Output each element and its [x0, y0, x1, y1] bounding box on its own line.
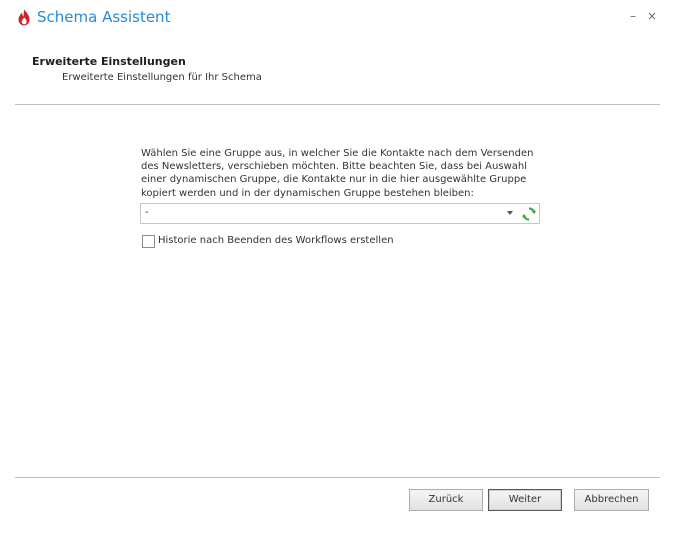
chevron-down-icon[interactable]: [507, 211, 513, 215]
history-checkbox-label[interactable]: Historie nach Beenden des Workflows erst…: [158, 235, 394, 246]
page-subtitle: Erweiterte Einstellungen für Ihr Schema: [62, 72, 262, 83]
header-divider: [15, 104, 660, 105]
window-title: Schema Assistent: [37, 8, 171, 26]
schema-assistant-window: Schema Assistent – × Erweiterte Einstell…: [0, 0, 673, 537]
cancel-button[interactable]: Abbrechen: [574, 489, 649, 511]
flame-logo-icon: [17, 9, 31, 26]
title-bar[interactable]: Schema Assistent – ×: [0, 0, 673, 36]
page-title: Erweiterte Einstellungen: [32, 55, 186, 68]
history-checkbox[interactable]: [142, 235, 155, 248]
next-button[interactable]: Weiter: [488, 489, 562, 511]
close-button[interactable]: ×: [645, 9, 659, 23]
back-button[interactable]: Zurück: [409, 489, 483, 511]
refresh-icon[interactable]: [521, 206, 537, 222]
group-select-value: -: [145, 207, 149, 218]
group-select-dropdown[interactable]: -: [140, 203, 540, 224]
footer-divider: [15, 477, 660, 478]
minimize-button[interactable]: –: [626, 9, 640, 23]
group-description-text: Wählen Sie eine Gruppe aus, in welcher S…: [141, 148, 534, 199]
